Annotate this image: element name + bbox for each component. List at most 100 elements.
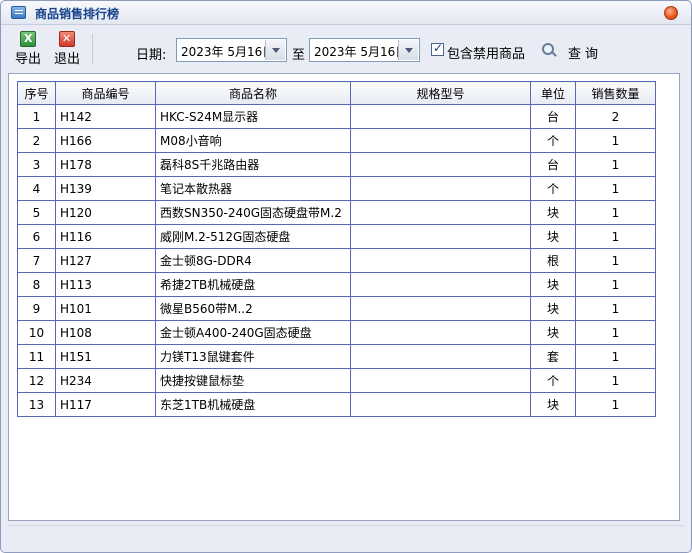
chevron-down-icon[interactable] <box>265 40 285 60</box>
cell-index[interactable]: 13 <box>17 392 56 417</box>
cell-unit[interactable]: 块 <box>530 200 576 225</box>
cell-name[interactable]: 威刚M.2-512G固态硬盘 <box>155 224 351 249</box>
table-row[interactable]: 2 H166 M08小音响 个 1 <box>17 128 656 153</box>
cell-name[interactable]: 磊科8S千兆路由器 <box>155 152 351 177</box>
table-row[interactable]: 8 H113 希捷2TB机械硬盘 块 1 <box>17 272 656 297</box>
cell-quantity[interactable]: 1 <box>575 392 656 417</box>
cell-code[interactable]: H151 <box>55 344 156 369</box>
date-from-picker[interactable]: 2023年 5月16日 <box>176 38 287 62</box>
col-header-name[interactable]: 商品名称 <box>155 81 351 105</box>
col-header-spec[interactable]: 规格型号 <box>350 81 531 105</box>
cell-name[interactable]: 希捷2TB机械硬盘 <box>155 272 351 297</box>
exit-button[interactable]: 退出 <box>50 29 84 67</box>
cell-code[interactable]: H178 <box>55 152 156 177</box>
cell-code[interactable]: H116 <box>55 224 156 249</box>
cell-spec[interactable] <box>350 392 531 417</box>
cell-quantity[interactable]: 2 <box>575 104 656 129</box>
cell-index[interactable]: 2 <box>17 128 56 153</box>
col-header-index[interactable]: 序号 <box>17 81 56 105</box>
search-button[interactable]: 查询 <box>568 43 602 62</box>
cell-spec[interactable] <box>350 296 531 321</box>
cell-quantity[interactable]: 1 <box>575 368 656 393</box>
cell-name[interactable]: 力镁T13鼠键套件 <box>155 344 351 369</box>
table-row[interactable]: 9 H101 微星B560带M..2 块 1 <box>17 296 656 321</box>
cell-index[interactable]: 1 <box>17 104 56 129</box>
cell-spec[interactable] <box>350 248 531 273</box>
cell-name[interactable]: 西数SN350-240G固态硬盘带M.2 <box>155 200 351 225</box>
cell-spec[interactable] <box>350 200 531 225</box>
cell-index[interactable]: 12 <box>17 368 56 393</box>
col-header-code[interactable]: 商品编号 <box>55 81 156 105</box>
cell-name[interactable]: 快捷按键鼠标垫 <box>155 368 351 393</box>
cell-quantity[interactable]: 1 <box>575 176 656 201</box>
cell-code[interactable]: H139 <box>55 176 156 201</box>
cell-unit[interactable]: 块 <box>530 392 576 417</box>
table-row[interactable]: 12 H234 快捷按键鼠标垫 个 1 <box>17 368 656 393</box>
cell-name[interactable]: M08小音响 <box>155 128 351 153</box>
cell-quantity[interactable]: 1 <box>575 272 656 297</box>
cell-name[interactable]: 金士顿A400-240G固态硬盘 <box>155 320 351 345</box>
cell-name[interactable]: 金士顿8G-DDR4 <box>155 248 351 273</box>
window-close-icon[interactable] <box>664 6 678 20</box>
cell-code[interactable]: H127 <box>55 248 156 273</box>
cell-name[interactable]: 笔记本散热器 <box>155 176 351 201</box>
cell-quantity[interactable]: 1 <box>575 248 656 273</box>
col-header-unit[interactable]: 单位 <box>530 81 576 105</box>
cell-code[interactable]: H234 <box>55 368 156 393</box>
table-row[interactable]: 3 H178 磊科8S千兆路由器 台 1 <box>17 152 656 177</box>
table-row[interactable]: 7 H127 金士顿8G-DDR4 根 1 <box>17 248 656 273</box>
cell-index[interactable]: 5 <box>17 200 56 225</box>
cell-spec[interactable] <box>350 344 531 369</box>
cell-name[interactable]: 东芝1TB机械硬盘 <box>155 392 351 417</box>
cell-spec[interactable] <box>350 272 531 297</box>
magnifier-search-icon[interactable] <box>542 43 556 57</box>
cell-index[interactable]: 3 <box>17 152 56 177</box>
cell-unit[interactable]: 台 <box>530 104 576 129</box>
cell-unit[interactable]: 块 <box>530 296 576 321</box>
table-row[interactable]: 6 H116 威刚M.2-512G固态硬盘 块 1 <box>17 224 656 249</box>
chevron-down-icon[interactable] <box>398 40 418 60</box>
include-disabled-checkbox[interactable] <box>431 41 444 56</box>
cell-code[interactable]: H113 <box>55 272 156 297</box>
cell-spec[interactable] <box>350 368 531 393</box>
table-row[interactable]: 13 H117 东芝1TB机械硬盘 块 1 <box>17 392 656 417</box>
cell-code[interactable]: H166 <box>55 128 156 153</box>
cell-quantity[interactable]: 1 <box>575 320 656 345</box>
table-row[interactable]: 1 H142 HKC-S24M显示器 台 2 <box>17 104 656 129</box>
table-row[interactable]: 4 H139 笔记本散热器 个 1 <box>17 176 656 201</box>
table-row[interactable]: 11 H151 力镁T13鼠键套件 套 1 <box>17 344 656 369</box>
cell-unit[interactable]: 个 <box>530 128 576 153</box>
cell-code[interactable]: H101 <box>55 296 156 321</box>
cell-spec[interactable] <box>350 320 531 345</box>
cell-spec[interactable] <box>350 224 531 249</box>
cell-unit[interactable]: 块 <box>530 320 576 345</box>
cell-unit[interactable]: 块 <box>530 224 576 249</box>
cell-spec[interactable] <box>350 104 531 129</box>
cell-spec[interactable] <box>350 152 531 177</box>
cell-code[interactable]: H142 <box>55 104 156 129</box>
cell-quantity[interactable]: 1 <box>575 200 656 225</box>
cell-index[interactable]: 9 <box>17 296 56 321</box>
cell-index[interactable]: 11 <box>17 344 56 369</box>
include-disabled-label[interactable]: 包含禁用商品 <box>447 43 525 62</box>
col-header-quantity[interactable]: 销售数量 <box>575 81 656 105</box>
cell-name[interactable]: HKC-S24M显示器 <box>155 104 351 129</box>
cell-quantity[interactable]: 1 <box>575 152 656 177</box>
cell-quantity[interactable]: 1 <box>575 296 656 321</box>
date-to-picker[interactable]: 2023年 5月16日 <box>309 38 420 62</box>
cell-index[interactable]: 6 <box>17 224 56 249</box>
cell-spec[interactable] <box>350 128 531 153</box>
cell-unit[interactable]: 根 <box>530 248 576 273</box>
cell-unit[interactable]: 套 <box>530 344 576 369</box>
cell-name[interactable]: 微星B560带M..2 <box>155 296 351 321</box>
table-row[interactable]: 10 H108 金士顿A400-240G固态硬盘 块 1 <box>17 320 656 345</box>
cell-quantity[interactable]: 1 <box>575 224 656 249</box>
cell-unit[interactable]: 个 <box>530 368 576 393</box>
cell-quantity[interactable]: 1 <box>575 128 656 153</box>
cell-index[interactable]: 4 <box>17 176 56 201</box>
cell-code[interactable]: H117 <box>55 392 156 417</box>
cell-index[interactable]: 10 <box>17 320 56 345</box>
cell-unit[interactable]: 台 <box>530 152 576 177</box>
cell-unit[interactable]: 个 <box>530 176 576 201</box>
table-row[interactable]: 5 H120 西数SN350-240G固态硬盘带M.2 块 1 <box>17 200 656 225</box>
